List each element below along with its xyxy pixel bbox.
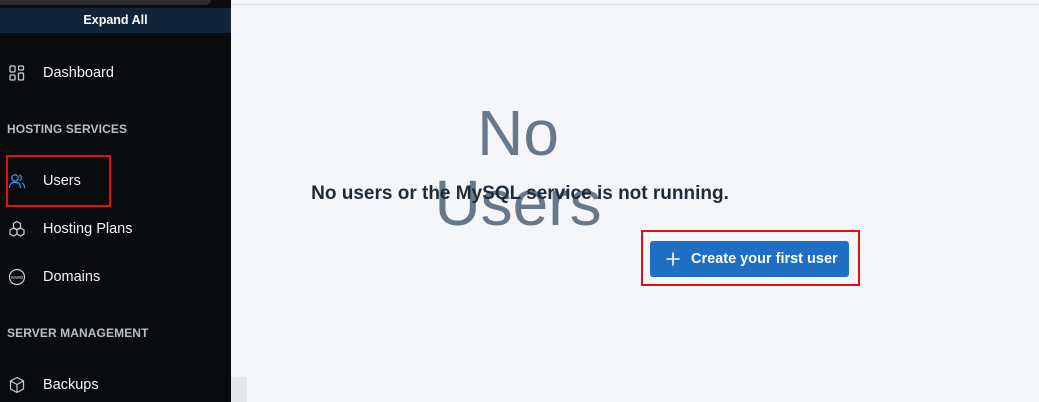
sidebar-item-label: Hosting Plans xyxy=(43,221,133,237)
sidebar-item-domains[interactable]: www Domains xyxy=(0,262,231,292)
empty-state-title: No Users xyxy=(434,97,602,239)
backups-icon xyxy=(8,376,26,394)
section-title-hosting: HOSTING SERVICES xyxy=(7,122,128,136)
sidebar: Expand All Dashboard HOSTING SERVICES Us… xyxy=(0,0,231,402)
create-button-highlight-box xyxy=(641,230,860,286)
sidebar-item-label: Domains xyxy=(43,269,101,285)
main-divider xyxy=(231,4,1039,5)
users-highlight-box xyxy=(6,155,111,207)
sidebar-item-label: Dashboard xyxy=(43,65,114,81)
hosting-plans-icon xyxy=(8,220,26,238)
www-icon: www xyxy=(8,268,26,286)
section-title-server: SERVER MANAGEMENT xyxy=(7,326,149,340)
scroll-corner xyxy=(231,377,247,402)
expand-all-button[interactable]: Expand All xyxy=(0,8,231,33)
dashboard-icon xyxy=(8,64,26,82)
sidebar-item-dashboard[interactable]: Dashboard xyxy=(0,58,231,88)
empty-state-subtitle: No users or the MySQL service is not run… xyxy=(311,183,729,204)
svg-text:www: www xyxy=(11,275,23,281)
sidebar-top-edge xyxy=(0,0,211,5)
app-root: Expand All Dashboard HOSTING SERVICES Us… xyxy=(0,0,1039,402)
sidebar-item-backups[interactable]: Backups xyxy=(0,370,231,400)
sidebar-item-label: Backups xyxy=(43,377,99,393)
sidebar-item-hosting-plans[interactable]: Hosting Plans xyxy=(0,214,231,244)
